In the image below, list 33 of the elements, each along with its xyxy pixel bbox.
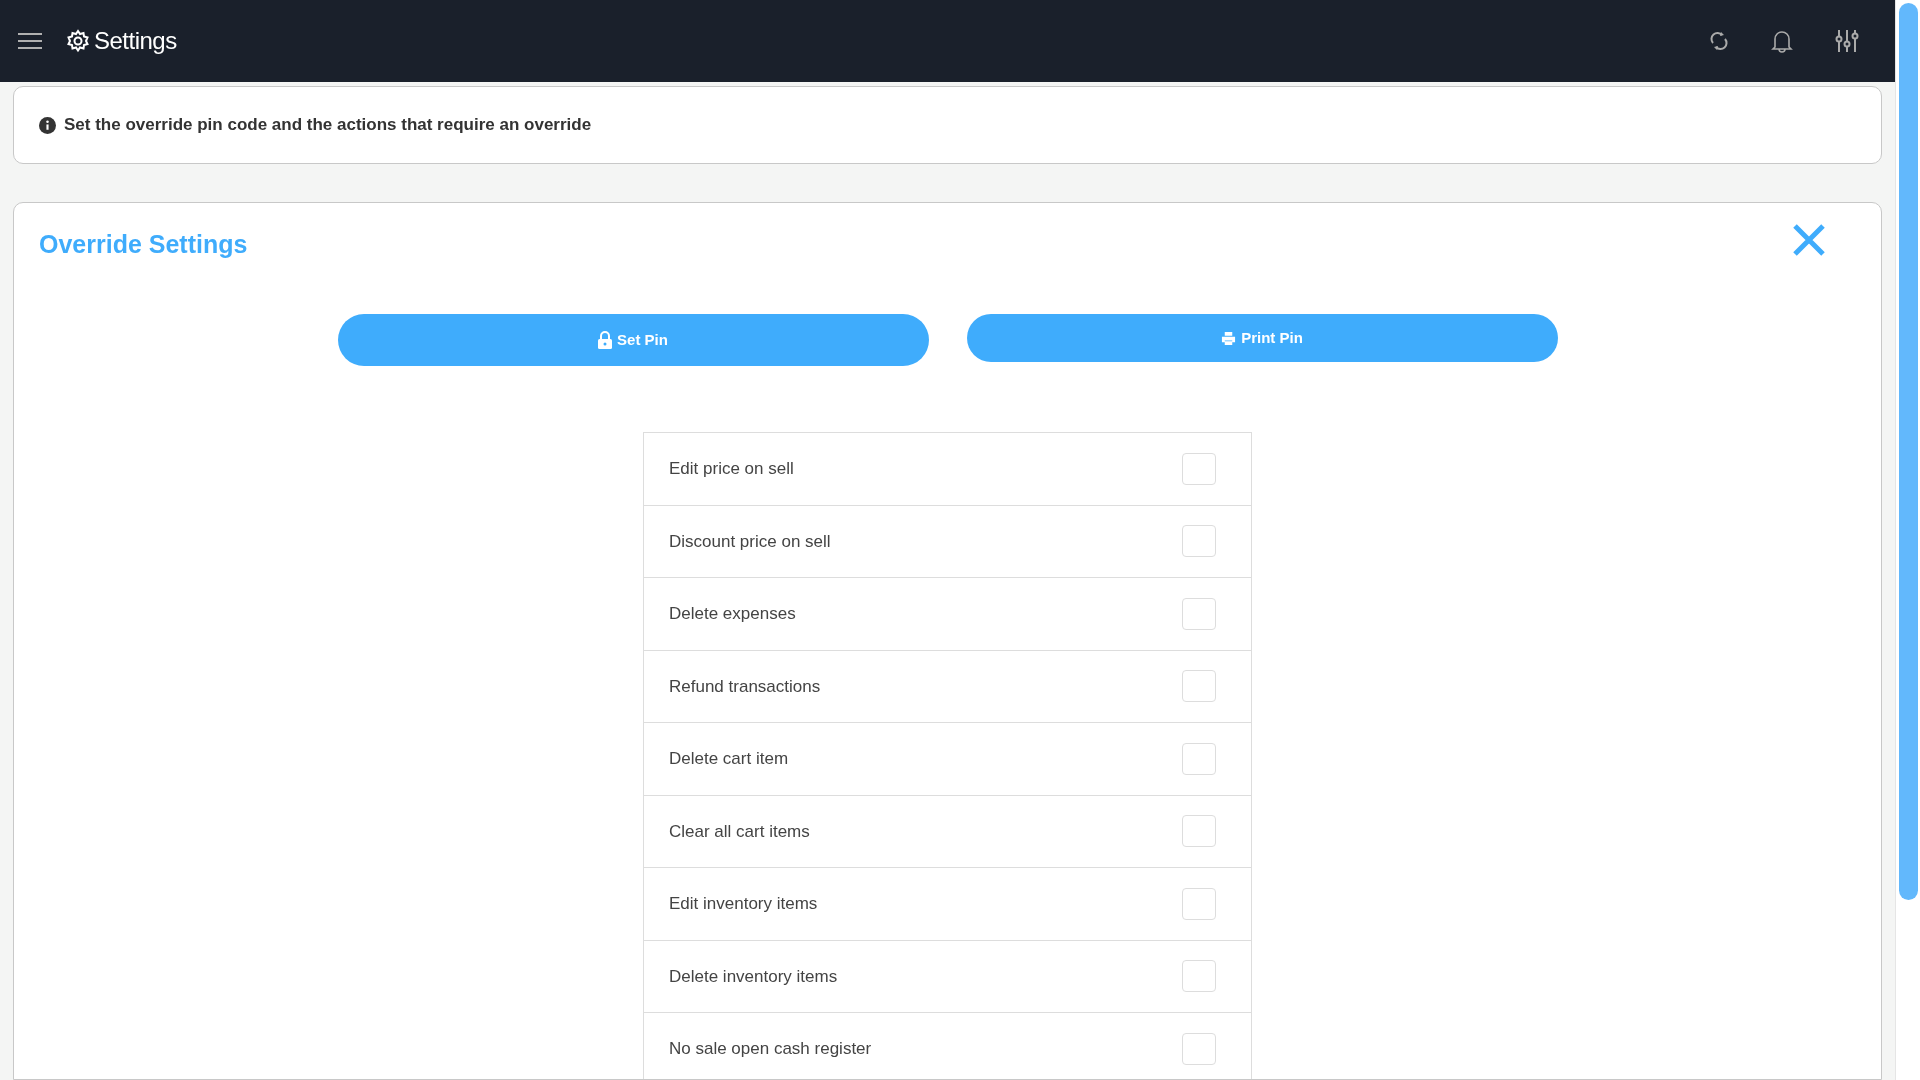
scrollbar[interactable]	[1895, 0, 1920, 1080]
page-title: Settings	[94, 26, 177, 56]
info-message: Set the override pin code and the actions that require an override	[39, 112, 592, 138]
option-label: Clear all cart items	[669, 820, 810, 843]
checkbox[interactable]	[1182, 815, 1216, 848]
refresh-icon[interactable]	[1709, 30, 1729, 52]
option-label: Delete expenses	[669, 603, 796, 625]
checkbox[interactable]	[1182, 960, 1216, 993]
checkbox[interactable]	[1182, 1032, 1216, 1065]
checkbox[interactable]	[1182, 525, 1216, 558]
sliders-icon[interactable]	[1835, 29, 1859, 53]
menu-icon[interactable]	[18, 32, 42, 50]
option-label: Delete inventory items	[669, 965, 838, 988]
close-button[interactable]	[1792, 223, 1826, 257]
checkbox[interactable]	[1182, 742, 1216, 775]
option-label: Refund transactions	[669, 675, 821, 698]
option-label: Edit inventory items	[669, 893, 818, 915]
info-icon	[39, 116, 56, 134]
option-label: Edit price on sell	[669, 458, 794, 480]
set-pin-button[interactable]: Set Pin	[337, 314, 929, 366]
panel-title: Override Settings	[39, 229, 248, 259]
lock-icon	[598, 331, 613, 349]
option-label: Delete cart item	[669, 748, 789, 770]
checkbox[interactable]	[1182, 670, 1216, 703]
checkbox[interactable]	[1182, 597, 1216, 630]
option-label: Discount price on sell	[669, 530, 831, 553]
gear-icon	[66, 29, 90, 53]
option-label: No sale open cash register	[669, 1038, 872, 1060]
print-pin-button[interactable]: Print Pin	[966, 314, 1558, 362]
checkbox[interactable]	[1182, 887, 1216, 920]
bell-icon[interactable]	[1771, 29, 1793, 53]
checkbox[interactable]	[1182, 452, 1216, 485]
printer-icon	[1221, 330, 1237, 346]
